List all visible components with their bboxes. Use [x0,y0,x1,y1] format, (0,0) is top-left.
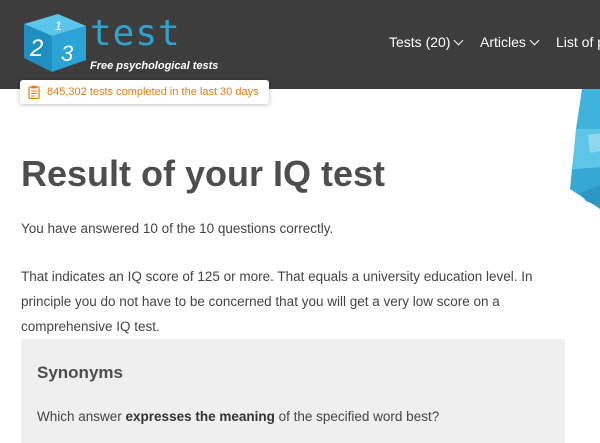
nav-item-list[interactable]: List of p [556,34,600,50]
clipboard-icon [28,85,40,99]
nav-item-tests[interactable]: Tests (20) [389,34,464,50]
brand-name[interactable]: test [90,14,181,54]
card-title: Synonyms [37,363,123,382]
question-emphasis: expresses the meaning [125,409,275,424]
logo-digit-2: 2 [29,35,43,62]
chevron-down-icon [529,35,540,46]
logo-cube-icon[interactable]: 1 2 3 [18,10,90,74]
tests-counter-text: 845,302 tests completed in the last 30 d… [47,86,259,98]
question-text-start: Which answer [37,409,126,424]
synonyms-question-card: Synonyms Which answer expresses the mean… [21,339,565,443]
tests-counter-badge: 845,302 tests completed in the last 30 d… [20,80,269,104]
chevron-down-icon [454,35,464,46]
nav-item-label: Articles [480,34,526,50]
nav-item-label: Tests (20) [389,34,451,50]
answered-summary: You have answered 10 of the 10 questions… [21,221,334,236]
decorative-cube-graphic [570,89,600,209]
nav-item-articles[interactable]: Articles [480,34,540,50]
logo-digit-3: 3 [61,41,74,66]
question-text-end: of the specified word best? [274,409,440,424]
site-header: 1 2 3 test Free psychological tests Test… [0,0,600,89]
logo-digit-1: 1 [55,19,62,33]
iq-result-text: That indicates an IQ score of 125 or mor… [21,269,533,334]
page-title: Result of your IQ test [21,153,386,194]
brand-tagline: Free psychological tests [90,60,219,72]
nav-item-label: List of p [556,34,600,50]
card-question: Which answer expresses the meaning of th… [37,409,439,424]
